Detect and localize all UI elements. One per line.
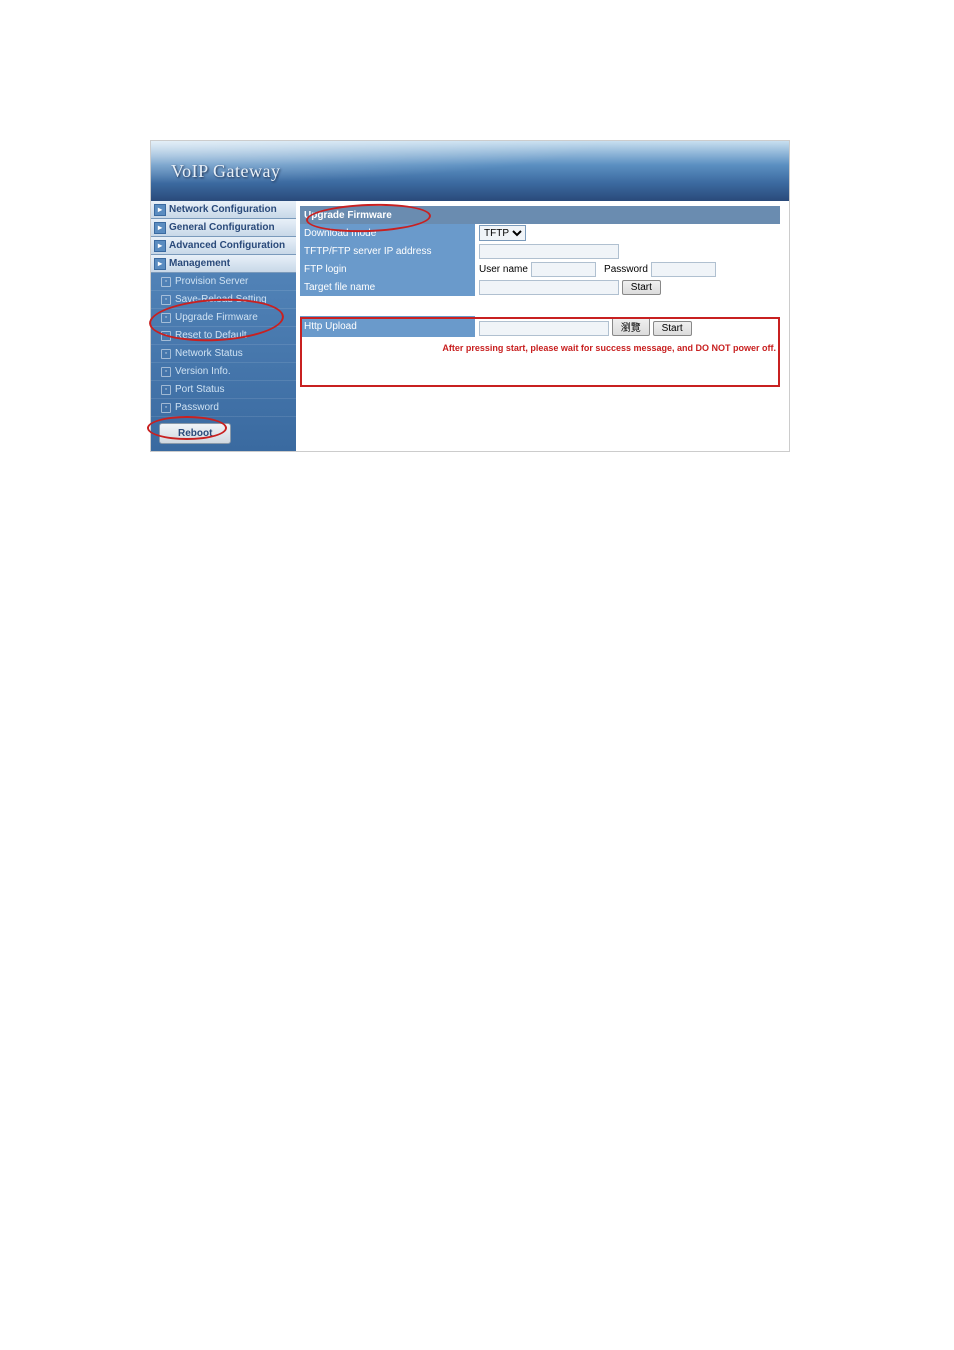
sub-label: Save-Reload Setting (175, 294, 267, 305)
sub-version-info[interactable]: ▫ Version Info. (151, 363, 296, 381)
bullet-icon: ▫ (161, 367, 171, 377)
sub-provision-server[interactable]: ▫ Provision Server (151, 273, 296, 291)
nav-label: Management (169, 258, 230, 269)
sub-label: Port Status (175, 384, 224, 395)
content-pane: Upgrade Firmware Download mode TFTP TFTP… (296, 201, 789, 451)
upgrade-firmware-table: Upgrade Firmware Download mode TFTP TFTP… (300, 206, 780, 296)
section-header: Upgrade Firmware (300, 206, 780, 224)
sub-network-status[interactable]: ▫ Network Status (151, 345, 296, 363)
bullet-icon: ▫ (161, 331, 171, 341)
nav-label: General Configuration (169, 222, 275, 233)
app-window: VoIP Gateway ▸ Network Configuration ▸ G… (150, 140, 790, 452)
sub-label: Version Info. (175, 366, 231, 377)
download-mode-label: Download mode (300, 224, 475, 242)
nav-label: Advanced Configuration (169, 240, 285, 251)
nav-general-configuration[interactable]: ▸ General Configuration (151, 219, 296, 237)
body: ▸ Network Configuration ▸ General Config… (151, 201, 789, 451)
bullet-icon: ▫ (161, 403, 171, 413)
server-ip-input[interactable] (479, 244, 619, 259)
ftp-login-label: FTP login (300, 260, 475, 278)
sub-port-status[interactable]: ▫ Port Status (151, 381, 296, 399)
warning-text: After pressing start, please wait for su… (300, 337, 780, 355)
http-upload-file-input[interactable] (479, 321, 609, 336)
password-input[interactable] (651, 262, 716, 277)
nav-network-configuration[interactable]: ▸ Network Configuration (151, 201, 296, 219)
bullet-icon: ▫ (161, 295, 171, 305)
sub-upgrade-firmware[interactable]: ▫ Upgrade Firmware (151, 309, 296, 327)
header-banner: VoIP Gateway (151, 141, 789, 201)
arrow-icon: ▸ (154, 258, 166, 270)
arrow-icon: ▸ (154, 204, 166, 216)
http-upload-table: Http Upload 瀏覽 Start After pressing star… (300, 316, 780, 355)
http-upload-label: Http Upload (300, 316, 475, 337)
sub-save-reload-setting[interactable]: ▫ Save-Reload Setting (151, 291, 296, 309)
reboot-button[interactable]: Reboot (159, 423, 231, 444)
server-ip-label: TFTP/FTP server IP address (300, 242, 475, 260)
start-button-1[interactable]: Start (622, 280, 661, 295)
sidebar: ▸ Network Configuration ▸ General Config… (151, 201, 296, 451)
sub-reset-to-default[interactable]: ▫ Reset to Default (151, 327, 296, 345)
arrow-icon: ▸ (154, 222, 166, 234)
bullet-icon: ▫ (161, 277, 171, 287)
bullet-icon: ▫ (161, 313, 171, 323)
password-label: Password (604, 264, 648, 275)
target-file-label: Target file name (300, 278, 475, 296)
bullet-icon: ▫ (161, 385, 171, 395)
sub-label: Provision Server (175, 276, 248, 287)
sub-password[interactable]: ▫ Password (151, 399, 296, 417)
arrow-icon: ▸ (154, 240, 166, 252)
nav-advanced-configuration[interactable]: ▸ Advanced Configuration (151, 237, 296, 255)
sub-label: Upgrade Firmware (175, 312, 258, 323)
username-label: User name (479, 264, 528, 275)
nav-label: Network Configuration (169, 204, 277, 215)
download-mode-select[interactable]: TFTP (479, 225, 526, 241)
sub-label: Reset to Default (175, 330, 247, 341)
target-file-input[interactable] (479, 280, 619, 295)
username-input[interactable] (531, 262, 596, 277)
sub-label: Network Status (175, 348, 243, 359)
app-title: VoIP Gateway (171, 161, 280, 182)
sub-label: Password (175, 402, 219, 413)
bullet-icon: ▫ (161, 349, 171, 359)
nav-management[interactable]: ▸ Management (151, 255, 296, 273)
browse-button[interactable]: 瀏覽 (612, 317, 650, 336)
start-button-2[interactable]: Start (653, 321, 692, 336)
